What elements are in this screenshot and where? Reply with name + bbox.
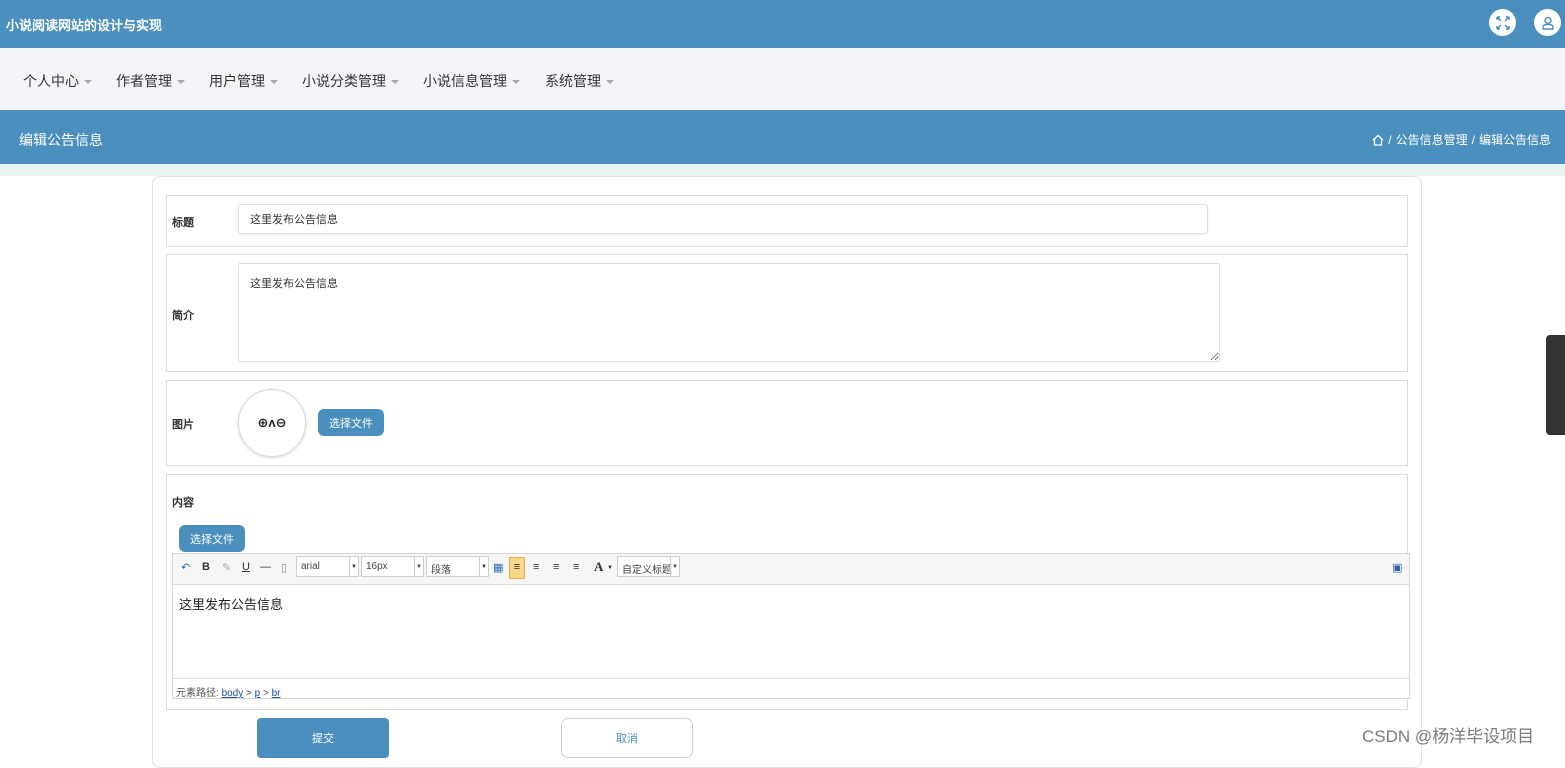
- paragraph-select[interactable]: 段落 ▼: [426, 556, 489, 577]
- chevron-down-icon: [177, 80, 185, 85]
- nav-label: 用户管理: [209, 73, 265, 89]
- submit-button[interactable]: 提交: [257, 718, 389, 758]
- image-placeholder-glyphs: ⊕ʌ⊖: [257, 415, 287, 430]
- intro-textarea[interactable]: 这里发布公告信息: [238, 263, 1220, 362]
- html-source-icon[interactable]: ▣: [1392, 561, 1402, 574]
- content-choose-file-button[interactable]: 选择文件: [179, 525, 245, 552]
- chevron-down-icon: ▼: [670, 557, 679, 576]
- align-center-icon[interactable]: ≡: [553, 561, 559, 573]
- chevron-down-icon[interactable]: ▼: [607, 565, 613, 571]
- paragraph-value: 段落: [431, 565, 451, 576]
- title-label: 标题: [172, 217, 194, 229]
- main-nav: 个人中心 作者管理 用户管理 小说分类管理 小说信息管理 系统管理: [0, 48, 1565, 110]
- element-path-label: 元素路径:: [176, 688, 219, 699]
- nav-item-personal-center[interactable]: 个人中心: [23, 71, 92, 91]
- form-row-content: 内容 选择文件 ↶ B ✎ U — ▯ arial ▼ 16px ▼ 段落 ▼ …: [166, 474, 1410, 710]
- chevron-down-icon: [512, 80, 520, 85]
- undo-icon[interactable]: ↶: [181, 561, 190, 574]
- element-path-p-link[interactable]: p: [255, 688, 261, 699]
- breadcrumb: / 公告信息管理 / 编辑公告信息: [1372, 131, 1551, 148]
- font-size-value: 16px: [366, 561, 388, 572]
- custom-title-select[interactable]: 自定义标题 ▼: [617, 556, 680, 577]
- user-icon: [1541, 16, 1554, 30]
- nav-item-author-management[interactable]: 作者管理: [116, 71, 185, 91]
- breadcrumb-item-notice-management[interactable]: 公告信息管理: [1396, 131, 1468, 148]
- font-color-button[interactable]: A: [594, 559, 603, 575]
- chevron-down-icon: [606, 80, 614, 85]
- nav-label: 系统管理: [545, 73, 601, 89]
- element-path-body-link[interactable]: body: [222, 688, 244, 699]
- fullscreen-button[interactable]: [1489, 9, 1516, 36]
- chevron-down-icon: [391, 80, 399, 85]
- side-drawer-handle[interactable]: [1546, 335, 1565, 435]
- align-justify-icon[interactable]: ≡: [573, 561, 579, 573]
- intro-label: 简介: [172, 310, 194, 322]
- element-path-br-link[interactable]: br: [272, 688, 281, 699]
- nav-label: 小说信息管理: [423, 73, 507, 89]
- nav-item-user-management[interactable]: 用户管理: [209, 71, 278, 91]
- form-row-image: 图片 ⊕ʌ⊖ 选择文件: [166, 380, 1408, 466]
- format-brush-icon[interactable]: ✎: [222, 561, 231, 574]
- bold-button[interactable]: B: [202, 561, 210, 573]
- header-strip: [0, 164, 1565, 176]
- chevron-down-icon: ▼: [479, 557, 488, 576]
- image-placeholder[interactable]: ⊕ʌ⊖: [238, 389, 306, 457]
- cancel-button[interactable]: 取消: [561, 718, 693, 758]
- align-right-icon[interactable]: ≡: [533, 561, 539, 573]
- chevron-down-icon: ▼: [349, 557, 358, 576]
- chevron-down-icon: [84, 80, 92, 85]
- nav-label: 个人中心: [23, 73, 79, 89]
- page-icon[interactable]: ▯: [281, 561, 287, 574]
- nav-item-system-management[interactable]: 系统管理: [545, 71, 614, 91]
- table-icon[interactable]: ▦: [493, 561, 503, 574]
- watermark: CSDN @杨洋毕设项目: [1362, 727, 1535, 746]
- image-label: 图片: [172, 419, 194, 431]
- user-button[interactable]: [1534, 9, 1561, 36]
- rich-text-editor: ↶ B ✎ U — ▯ arial ▼ 16px ▼ 段落 ▼ ▦ ≡ ≡ ≡ …: [172, 553, 1410, 699]
- breadcrumb-separator: /: [1471, 132, 1475, 147]
- element-path-separator: >: [246, 688, 252, 699]
- font-size-select[interactable]: 16px ▼: [361, 556, 424, 577]
- editor-toolbar: ↶ B ✎ U — ▯ arial ▼ 16px ▼ 段落 ▼ ▦ ≡ ≡ ≡ …: [173, 554, 1409, 585]
- image-choose-file-button[interactable]: 选择文件: [318, 409, 384, 436]
- nav-label: 作者管理: [116, 73, 172, 89]
- top-bar: 小说阅读网站的设计与实现: [0, 0, 1565, 48]
- form-row-title: 标题: [166, 195, 1408, 247]
- nav-item-category-management[interactable]: 小说分类管理: [302, 71, 399, 91]
- horizontal-rule-icon[interactable]: —: [260, 561, 271, 573]
- font-family-select[interactable]: arial ▼: [296, 556, 359, 577]
- home-icon[interactable]: [1372, 134, 1384, 146]
- app-title: 小说阅读网站的设计与实现: [6, 18, 163, 33]
- chevron-down-icon: ▼: [414, 557, 423, 576]
- fullscreen-icon: [1495, 15, 1510, 30]
- breadcrumb-item-edit-notice: 编辑公告信息: [1478, 133, 1551, 147]
- nav-label: 小说分类管理: [302, 73, 386, 89]
- page-header: 编辑公告信息 / 公告信息管理 / 编辑公告信息: [0, 110, 1565, 164]
- form-row-intro: 简介 这里发布公告信息: [166, 254, 1408, 372]
- content-label: 内容: [172, 497, 194, 509]
- nav-item-novel-management[interactable]: 小说信息管理: [423, 71, 520, 91]
- chevron-down-icon: [270, 80, 278, 85]
- font-family-value: arial: [301, 561, 320, 572]
- page-title: 编辑公告信息: [19, 132, 103, 148]
- editor-content[interactable]: 这里发布公告信息: [179, 594, 283, 613]
- align-left-icon[interactable]: ≡: [509, 557, 525, 579]
- edit-form-card: 标题 简介 这里发布公告信息 图片 ⊕ʌ⊖ 选择文件 内容 选择文件 ↶ B ✎…: [152, 176, 1422, 768]
- title-input[interactable]: [238, 204, 1208, 234]
- element-path-separator: >: [263, 688, 269, 699]
- element-path-bar: 元素路径: body > p > br: [173, 678, 1409, 699]
- breadcrumb-separator: /: [1388, 132, 1392, 147]
- underline-button[interactable]: U: [242, 561, 250, 573]
- custom-title-value: 自定义标题: [622, 565, 672, 576]
